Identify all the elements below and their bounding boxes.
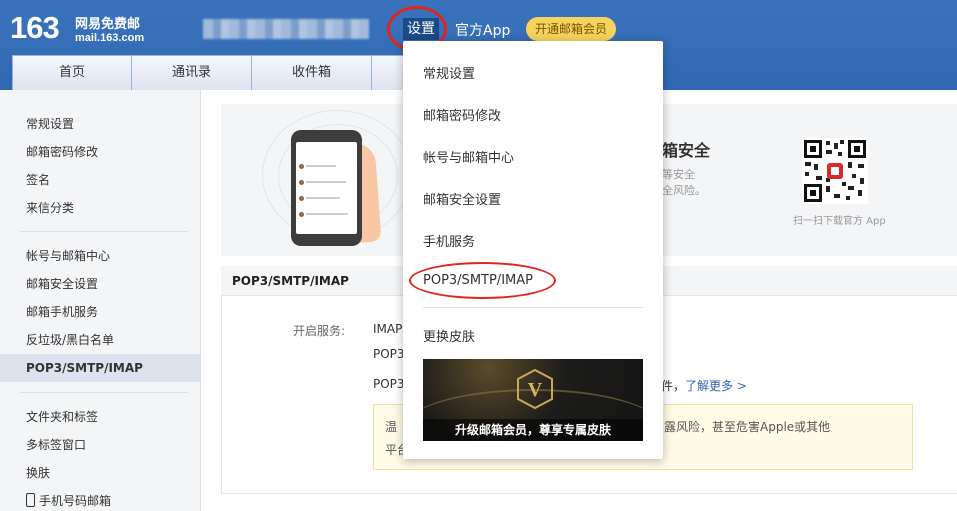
service-row: IMAP xyxy=(373,322,403,336)
menu-item-general[interactable]: 常规设置 xyxy=(423,63,475,82)
svg-text:V: V xyxy=(528,379,543,401)
sidebar-item-skin[interactable]: 换肤 xyxy=(0,459,200,487)
service-row: POP3 xyxy=(373,377,405,391)
phone-line xyxy=(306,213,348,215)
sidebar-item-mobile-service[interactable]: 邮箱手机服务 xyxy=(0,298,200,326)
qr-code xyxy=(802,138,868,204)
phone-line xyxy=(306,181,346,183)
learn-more-prefix: 件， xyxy=(661,379,686,393)
skin-promo-card[interactable]: V 升级邮箱会员，尊享专属皮肤 xyxy=(423,359,643,441)
menu-item-mobile[interactable]: 手机服务 xyxy=(423,231,475,250)
learn-more-line: 件，了解更多 > xyxy=(661,377,747,394)
avatar-dot xyxy=(299,180,304,185)
menu-item-account-center[interactable]: 帐号与邮箱中心 xyxy=(423,147,514,166)
sidebar-item-password[interactable]: 邮箱密码修改 xyxy=(0,138,200,166)
tip-text: 露风险，甚至危害Apple或其他 xyxy=(664,420,831,434)
avatar-dot xyxy=(299,212,304,217)
tab-inbox[interactable]: 收件箱 xyxy=(252,55,372,90)
sidebar-item-general[interactable]: 常规设置 xyxy=(0,110,200,138)
phone-screen xyxy=(296,142,357,234)
logo-title[interactable]: 网易免费邮 xyxy=(75,13,140,32)
settings-dropdown: 常规设置 邮箱密码修改 帐号与邮箱中心 邮箱安全设置 手机服务 POP3/SMT… xyxy=(403,41,663,459)
sidebar-item-signature[interactable]: 签名 xyxy=(0,166,200,194)
sidebar-item-multitab[interactable]: 多标签窗口 xyxy=(0,431,200,459)
phone-line xyxy=(306,197,340,199)
service-label: 开启服务: xyxy=(293,324,346,338)
qr-caption: 扫一扫下载官方 App xyxy=(793,216,886,227)
logo-number[interactable]: 163 xyxy=(10,10,60,46)
avatar-dot xyxy=(299,196,304,201)
sidebar-divider xyxy=(20,231,188,232)
avatar-dot xyxy=(299,164,304,169)
highlight-circle-pop3 xyxy=(409,262,556,299)
phone-line xyxy=(306,165,336,167)
tab-home[interactable]: 首页 xyxy=(12,55,132,90)
tab-contacts[interactable]: 通讯录 xyxy=(132,55,252,90)
menu-item-password[interactable]: 邮箱密码修改 xyxy=(423,105,501,124)
blurred-account-name xyxy=(203,19,369,39)
phone-icon xyxy=(26,493,35,507)
sidebar-item-phone-mail[interactable]: 手机号码邮箱 xyxy=(0,487,200,511)
service-row: POP3 xyxy=(373,347,405,361)
banner-text: 等安全 xyxy=(662,168,695,181)
vip-badge-icon: V xyxy=(517,369,553,409)
sidebar-item-account-center[interactable]: 帐号与邮箱中心 xyxy=(0,242,200,270)
sidebar-item-security[interactable]: 邮箱安全设置 xyxy=(0,270,200,298)
menu-divider xyxy=(423,307,643,308)
official-app-link[interactable]: 官方App xyxy=(455,20,510,40)
sidebar-item-label: 手机号码邮箱 xyxy=(39,494,112,508)
learn-more-link[interactable]: 了解更多 > xyxy=(685,379,747,393)
menu-item-skin[interactable]: 更换皮肤 xyxy=(423,326,475,345)
sidebar-item-filters[interactable]: 来信分类 xyxy=(0,194,200,222)
menu-item-security[interactable]: 邮箱安全设置 xyxy=(423,189,501,208)
sidebar-item-folders[interactable]: 文件夹和标签 xyxy=(0,403,200,431)
skin-caption: 升级邮箱会员，尊享专属皮肤 xyxy=(423,419,643,441)
sidebar-divider xyxy=(20,392,188,393)
phone-illustration xyxy=(291,130,362,246)
sidebar-item-antispam[interactable]: 反垃圾/黑白名单 xyxy=(0,326,200,354)
logo-domain[interactable]: mail.163.com xyxy=(75,32,144,44)
vip-button[interactable]: 开通邮箱会员 xyxy=(526,17,616,41)
tip-text: 温 xyxy=(385,420,398,434)
banner-text: 全风险。 xyxy=(662,184,706,197)
sidebar-item-pop3[interactable]: POP3/SMTP/IMAP xyxy=(0,354,200,382)
settings-sidebar: 常规设置 邮箱密码修改 签名 来信分类 帐号与邮箱中心 邮箱安全设置 邮箱手机服… xyxy=(0,90,201,511)
